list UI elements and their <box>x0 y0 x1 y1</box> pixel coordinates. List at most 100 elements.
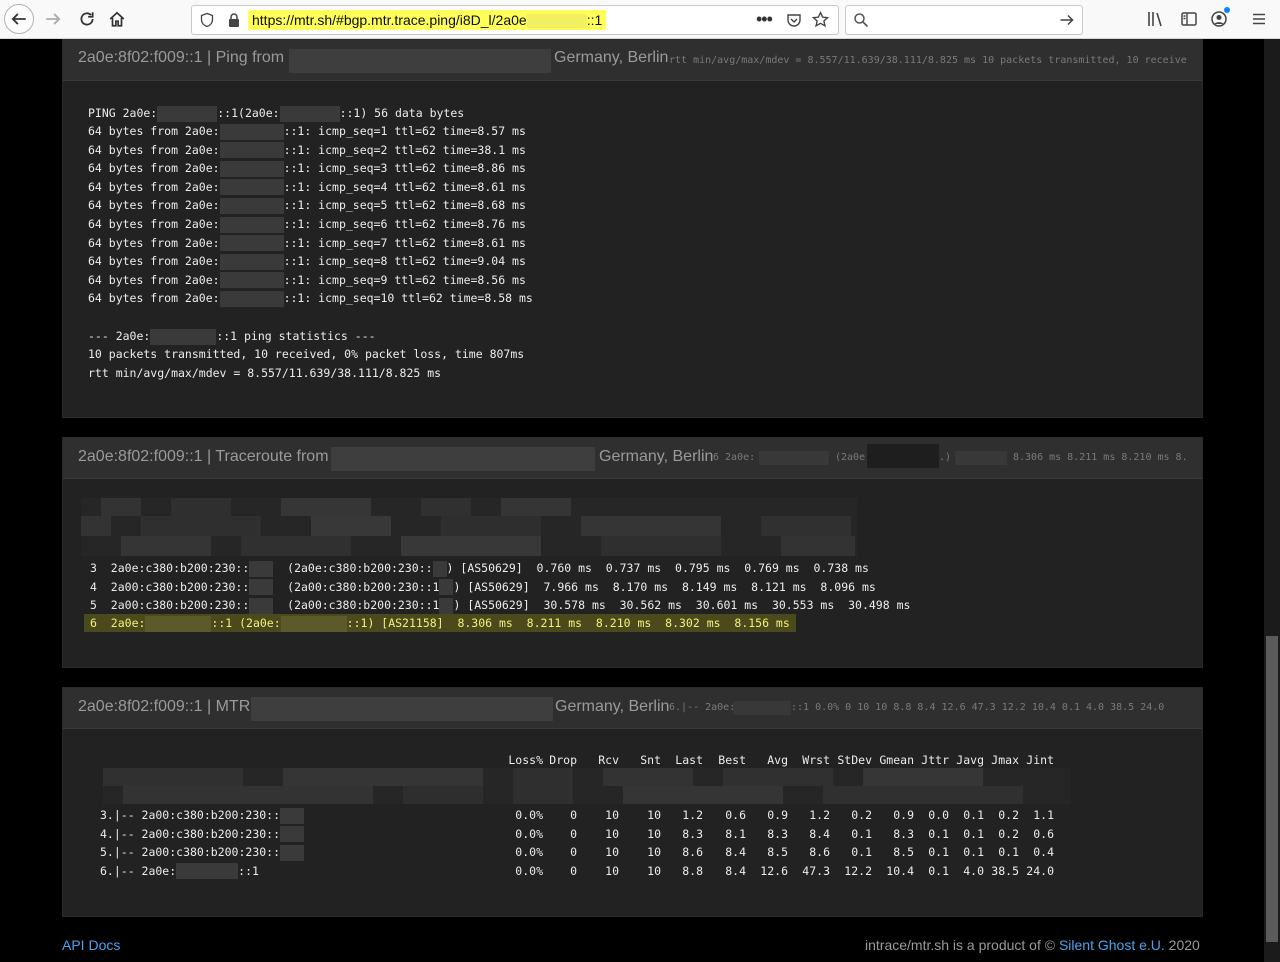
search-go-arrow-icon[interactable] <box>1059 12 1075 28</box>
traceroute-summary-b: (2a0e: <box>835 452 872 463</box>
address-redaction <box>219 160 284 177</box>
address-redaction <box>249 560 274 577</box>
address-redaction <box>249 597 274 614</box>
address-redaction <box>280 807 305 824</box>
mtr-location: Germany, Berlin <box>555 698 670 715</box>
address-redaction <box>150 328 217 345</box>
sidebar-toggle-icon[interactable] <box>1180 10 1198 28</box>
account-status-dot <box>1224 7 1230 13</box>
mtr-header-redaction <box>103 768 1071 804</box>
ping-reply-line: 64 bytes from 2a0e:::1: icmp_seq=5 ttl=6… <box>88 196 526 214</box>
mtr-cell: 0.6 <box>1033 826 1054 841</box>
credit-year: 2020 <box>1168 937 1200 953</box>
hop-address-paren: (2a0e:c380:b200:230:: <box>287 561 433 575</box>
mtr-host-text: 3.|-- 2a00:c380:b200:230:: <box>100 808 281 822</box>
address-redaction <box>733 701 791 715</box>
address-redaction <box>432 560 447 577</box>
ping-reply-line: 64 bytes from 2a0e:::1: icmp_seq=3 ttl=6… <box>88 159 526 177</box>
address-bar[interactable]: https://mtr.sh/#bgp.mtr.trace.ping/i8D_l… <box>191 5 839 35</box>
search-bar[interactable] <box>845 5 1083 35</box>
traceroute-summary-d: 8.306 ms 8.211 ms 8.210 ms 8. <box>1013 452 1188 463</box>
ping-reply-detail: ::1: icmp_seq=6 ttl=62 time=8.76 ms <box>283 217 526 231</box>
browser-toolbar: https://mtr.sh/#bgp.mtr.trace.ping/i8D_l… <box>0 0 1280 39</box>
ping-reply-prefix: 64 bytes from 2a0e: <box>88 254 220 269</box>
mtr-host-suffix: ::1 <box>238 863 259 878</box>
forward-button[interactable] <box>38 4 68 34</box>
back-arrow-icon <box>11 13 26 25</box>
ping-header-mid: ::1(2a0e: <box>217 106 280 120</box>
address-redaction <box>219 272 284 289</box>
traceroute-hop[interactable]: 5 2a00:c380:b200:230:: (2a00:c380:b200:2… <box>90 596 910 614</box>
ping-reply-line: 64 bytes from 2a0e:::1: icmp_seq=10 ttl=… <box>88 289 533 307</box>
ping-reply-detail: ::1: icmp_seq=2 ttl=62 time=38.1 ms <box>283 142 526 157</box>
address-redaction <box>280 615 347 632</box>
lock-icon[interactable] <box>227 12 241 28</box>
hop-number: 6 <box>90 616 97 630</box>
mtr-host[interactable]: 4.|-- 2a00:c380:b200:230:: <box>100 825 305 843</box>
address-redaction <box>176 863 239 880</box>
footer-credit: intrace/mtr.sh is a product of © Silent … <box>865 937 1200 953</box>
hop-number: 4 <box>90 579 97 594</box>
company-link[interactable]: Silent Ghost e.U. <box>1059 937 1165 953</box>
page-actions-menu[interactable]: ••• <box>756 9 773 30</box>
mtr-host-text: 6.|-- 2a0e: <box>100 863 177 878</box>
mtr-host[interactable]: 5.|-- 2a00:c380:b200:230:: <box>100 843 305 861</box>
traceroute-panel-header[interactable]: 2a0e:8f02:f009::1 | Traceroute from Germ… <box>63 438 1202 479</box>
hamburger-menu-icon[interactable] <box>1250 10 1268 28</box>
ping-reply-detail: ::1: icmp_seq=8 ttl=62 time=9.04 ms <box>283 254 526 269</box>
hop-address: 2a00:c380:b200:230:: <box>110 598 250 613</box>
api-docs-link[interactable]: API Docs <box>62 937 120 953</box>
traceroute-hop[interactable]: 4 2a00:c380:b200:230:: (2a00:c380:b200:2… <box>90 578 876 596</box>
ping-header-prefix: PING 2a0e: <box>88 106 158 120</box>
ping-reply-prefix: 64 bytes from 2a0e: <box>88 272 220 287</box>
address-redaction <box>759 451 829 465</box>
mtr-panel-header[interactable]: 2a0e:8f02:f009::1 | MTR Germany, Berlin … <box>63 688 1202 729</box>
ping-reply-detail: ::1: icmp_seq=5 ttl=62 time=8.68 ms <box>283 198 526 213</box>
hop-address: 2a0e: <box>110 616 146 630</box>
ping-reply-detail: ::1: icmp_seq=4 ttl=62 time=8.61 ms <box>283 179 526 194</box>
ping-reply-detail: ::1: icmp_seq=9 ttl=62 time=8.56 ms <box>283 272 526 287</box>
back-button[interactable] <box>4 4 34 34</box>
mtr-cell: 24.0 <box>1026 863 1054 878</box>
library-icon[interactable] <box>1146 10 1164 28</box>
mtr-host[interactable]: 3.|-- 2a00:c380:b200:230:: <box>100 806 305 824</box>
pocket-icon[interactable] <box>786 12 802 28</box>
address-redaction <box>280 844 305 861</box>
mtr-column-header: Jint <box>1026 753 1054 767</box>
ping-rtt-line: rtt min/avg/max/mdev = 8.557/11.639/38.1… <box>88 366 442 380</box>
ping-reply-line: 64 bytes from 2a0e:::1: icmp_seq=1 ttl=6… <box>88 122 526 140</box>
mtr-cell: 1.1 <box>1033 808 1054 822</box>
home-button[interactable] <box>102 4 132 34</box>
mtr-host-text: 4.|-- 2a00:c380:b200:230:: <box>100 826 281 841</box>
ping-reply-prefix: 64 bytes from 2a0e: <box>88 142 220 157</box>
hop-address-paren: (2a00:c380:b200:230::1 <box>287 579 440 594</box>
pixelation-pattern <box>103 768 1071 804</box>
address-redaction <box>219 235 284 252</box>
hop-address-paren: ::1 (2a0e: <box>211 616 281 630</box>
ping-header-end: ::1) 56 data bytes <box>339 106 465 120</box>
reload-button[interactable] <box>72 4 102 34</box>
ping-reply-line: 64 bytes from 2a0e:::1: icmp_seq=7 ttl=6… <box>88 234 526 252</box>
ping-panel-header[interactable]: 2a0e:8f02:f009::1 | Ping from Germany, B… <box>63 40 1202 81</box>
bookmark-star-icon[interactable] <box>812 11 829 28</box>
traceroute-hop[interactable]: 3 2a0e:c380:b200:230:: (2a0e:c380:b200:2… <box>90 559 869 577</box>
traceroute-final-hop[interactable]: 6 2a0e:::1 (2a0e:::1) [AS21158] 8.306 ms… <box>84 614 796 632</box>
ping-reply-detail: ::1: icmp_seq=3 ttl=62 time=8.86 ms <box>283 161 526 176</box>
url-text[interactable]: https://mtr.sh/#bgp.mtr.trace.ping/i8D_l… <box>248 10 607 30</box>
mtr-summary-a: 6.|-- 2a0e: <box>669 702 736 713</box>
address-redaction <box>439 597 454 614</box>
traceroute-source-redaction <box>331 447 595 471</box>
shield-icon[interactable] <box>199 12 215 28</box>
mtr-host[interactable]: 6.|-- 2a0e:::1 <box>100 862 259 880</box>
address-redaction <box>219 197 284 214</box>
address-redaction <box>219 216 284 233</box>
page-content: 2a0e:8f02:f009::1 | Ping from Germany, B… <box>0 39 1264 962</box>
scrollbar-thumb[interactable] <box>1266 636 1278 942</box>
traceroute-panel-title: 2a0e:8f02:f009::1 | Traceroute from <box>78 448 329 465</box>
reload-icon <box>80 12 94 26</box>
ping-reply-prefix: 64 bytes from 2a0e: <box>88 291 220 306</box>
forward-arrow-icon <box>46 13 61 25</box>
search-icon <box>854 13 869 28</box>
pixelation-pattern <box>81 498 857 556</box>
address-redaction <box>955 451 1007 465</box>
